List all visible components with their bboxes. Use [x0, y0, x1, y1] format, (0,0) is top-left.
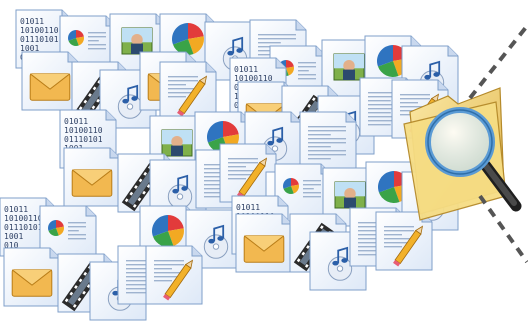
binary-line: 10100110 — [64, 126, 103, 135]
text-line — [88, 32, 106, 34]
text-line — [308, 126, 346, 128]
text-line — [126, 292, 149, 294]
binary-line: 01110101 — [20, 35, 59, 44]
text-line — [258, 42, 281, 44]
text-line — [384, 226, 414, 228]
text-line — [368, 112, 391, 114]
text-line — [308, 150, 346, 152]
pie-chart-icon — [68, 30, 84, 46]
text-line — [88, 36, 106, 38]
pie-chart-icon — [282, 178, 299, 195]
text-line — [228, 178, 246, 180]
text-line — [168, 80, 198, 82]
binary-line: 10100110 — [20, 26, 59, 35]
text-line — [308, 154, 346, 156]
file-collage-canvas: 0101110100110011101011001010010111010011… — [0, 9, 528, 321]
text-line — [126, 280, 149, 282]
text-line — [308, 134, 331, 136]
text-line — [298, 62, 316, 64]
file-collage-illustration: 0101110100110011101011001010010111010011… — [0, 0, 528, 321]
image-icon — [161, 129, 193, 157]
text-line — [154, 280, 172, 282]
binary-line: 1001 — [4, 232, 23, 241]
text-line — [308, 158, 331, 160]
text-line — [154, 268, 172, 270]
binary-line: 01011 — [236, 203, 260, 212]
text-line — [168, 76, 198, 78]
binary-line: 01011 — [20, 17, 44, 26]
text-line — [68, 226, 86, 228]
text-line — [384, 230, 414, 232]
text-line — [68, 234, 86, 236]
text-line — [228, 162, 258, 164]
mail-icon — [29, 73, 71, 101]
image-icon — [334, 181, 366, 209]
text-line — [258, 34, 296, 36]
mail-icon — [11, 269, 53, 297]
text-line — [298, 70, 309, 72]
text-line — [308, 146, 331, 148]
binary-line: 01110101 — [64, 135, 103, 144]
text-line — [384, 246, 402, 248]
text-line — [154, 264, 184, 266]
document-icon — [145, 245, 203, 305]
text-line — [400, 94, 430, 96]
text-line — [68, 230, 79, 232]
text-line — [154, 260, 184, 262]
text-line — [88, 48, 106, 50]
text-line — [308, 130, 346, 132]
document-icon — [299, 111, 357, 171]
binary-line: 01011 — [234, 65, 258, 74]
dashed-guide-upper — [468, 24, 528, 100]
text-line — [228, 158, 258, 160]
text-line — [303, 192, 321, 194]
text-line — [303, 184, 321, 186]
text-line — [384, 234, 402, 236]
text-line — [258, 38, 296, 40]
text-line — [228, 166, 246, 168]
text-line — [168, 96, 186, 98]
mail-icon — [243, 235, 285, 263]
pie-chart-icon — [48, 220, 65, 236]
text-line — [303, 196, 321, 198]
text-line — [308, 138, 346, 140]
text-line — [303, 180, 321, 182]
text-line — [88, 40, 99, 42]
binary-line: 01110101 — [4, 223, 43, 232]
text-line — [126, 268, 149, 270]
pie-chart-icon — [172, 23, 205, 55]
text-line — [368, 100, 391, 102]
text-line — [298, 66, 316, 68]
binary-line: 10100110 — [4, 214, 43, 223]
binary-line: 01011 — [64, 117, 88, 126]
text-line — [298, 78, 316, 80]
mail-icon — [71, 169, 113, 197]
text-line — [88, 44, 106, 46]
text-line — [68, 238, 86, 240]
document-icon — [159, 61, 217, 121]
text-line — [368, 124, 391, 126]
document-icon — [375, 211, 433, 271]
text-line — [168, 84, 186, 86]
pie-chart-icon — [152, 215, 184, 247]
text-line — [298, 74, 316, 76]
text-line — [400, 102, 418, 104]
text-line — [400, 98, 430, 100]
text-line — [68, 222, 86, 224]
image-icon — [333, 53, 365, 81]
binary-line: 01011 — [4, 205, 28, 214]
text-line — [303, 188, 314, 190]
image-icon — [121, 27, 153, 55]
text-line — [308, 142, 346, 144]
